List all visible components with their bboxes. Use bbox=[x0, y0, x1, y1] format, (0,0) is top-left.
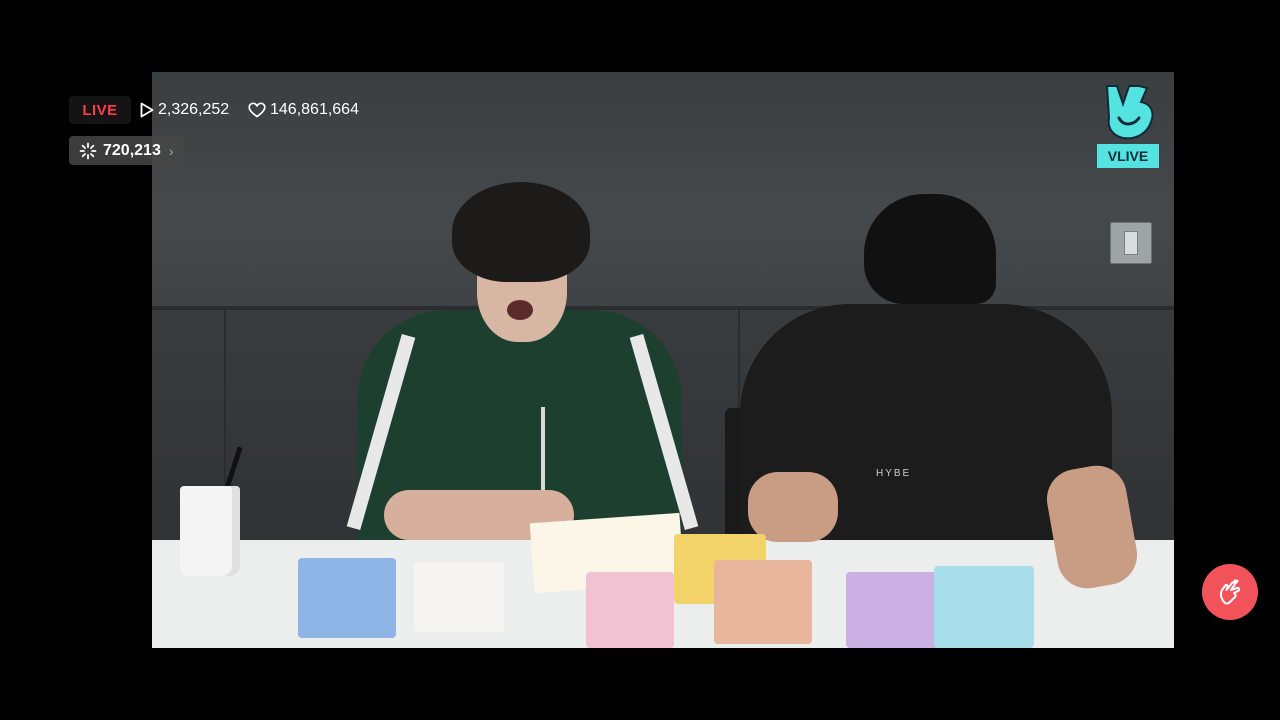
vlive-logo: VLIVE bbox=[1097, 82, 1159, 168]
toy-box-peach bbox=[714, 560, 812, 644]
drink-cup bbox=[180, 486, 240, 576]
person-right-cap bbox=[864, 194, 996, 304]
view-count: 2,326,252 bbox=[140, 98, 229, 122]
like-count-value: 146,861,664 bbox=[270, 101, 359, 118]
sparkle-icon bbox=[79, 142, 97, 159]
finger-heart-icon bbox=[1220, 579, 1241, 605]
video-player[interactable]: HYBE bbox=[152, 72, 1174, 648]
like-count: 146,861,664 bbox=[248, 98, 359, 122]
vlive-wordmark: VLIVE bbox=[1097, 144, 1159, 168]
toy-box-aqua bbox=[934, 566, 1034, 648]
view-count-value: 2,326,252 bbox=[158, 101, 230, 118]
wall-switch bbox=[1110, 222, 1152, 264]
shirt-logo: HYBE bbox=[876, 468, 912, 479]
toy-box-purple bbox=[846, 572, 944, 648]
live-badge: LIVE bbox=[69, 96, 131, 124]
toy-box-pink bbox=[586, 572, 674, 648]
chemi-count-button[interactable]: 720,213 › bbox=[69, 136, 184, 165]
toy-box-white bbox=[414, 562, 504, 632]
toy-box-blue bbox=[298, 558, 396, 638]
play-icon bbox=[140, 102, 154, 118]
finger-heart-button[interactable] bbox=[1202, 564, 1258, 620]
vlive-v-icon bbox=[1105, 85, 1154, 140]
chevron-right-icon: › bbox=[168, 142, 174, 159]
chemi-count-value: 720,213 bbox=[103, 141, 161, 159]
heart-outline-icon bbox=[248, 102, 266, 118]
person-left-hair bbox=[452, 182, 590, 282]
